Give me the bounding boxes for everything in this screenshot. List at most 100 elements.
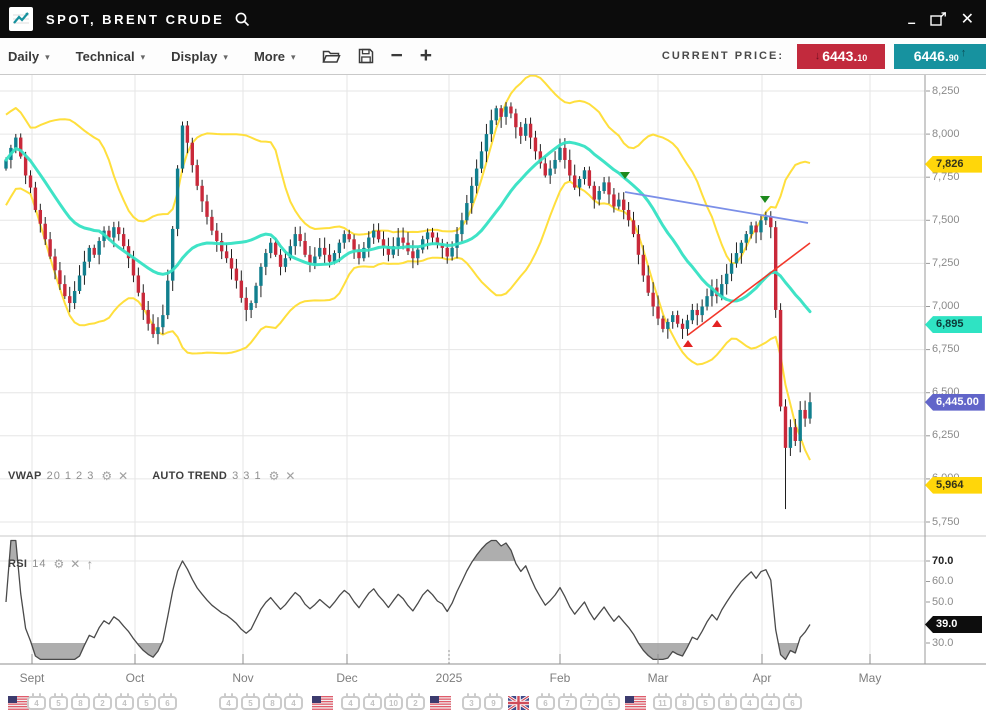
price-axis-label: 7,000 [932,300,960,312]
calendar-event-icon[interactable]: 4 [284,696,303,710]
time-axis-month-feb: Feb [550,671,571,685]
event-count: 6 [165,699,169,708]
calendar-event-icon[interactable]: 2 [93,696,112,710]
price-axis-label: 8,250 [932,85,960,97]
calendar-event-icon[interactable]: 8 [675,696,694,710]
search-icon[interactable] [234,11,251,28]
open-folder-icon[interactable] [322,49,341,64]
calendar-event-icon[interactable]: 5 [241,696,260,710]
calendar-event-icon[interactable]: 6 [536,696,555,710]
calendar-event-icon[interactable]: 8 [71,696,90,710]
vwap-indicator-label: VWAP [8,470,42,482]
calendar-event-icon[interactable]: 7 [558,696,577,710]
calendar-icon: 10 [384,696,403,710]
rsi-remove-icon[interactable]: ✕ [70,557,80,571]
calendar-event-icon[interactable]: 10 [384,696,403,710]
menu-label: Daily [8,49,39,64]
calendar-icon: 4 [115,696,134,710]
zoom-in-button[interactable]: + [420,47,432,65]
menu-display[interactable]: Display ▾ [171,49,228,64]
us-flag-icon[interactable] [625,696,646,715]
rsi-value-badge: 39.0 [925,616,982,633]
menu-label: Display [171,49,217,64]
us-flag-icon[interactable] [430,696,451,715]
uk-flag-icon[interactable] [508,696,529,715]
chart-area[interactable]: 8,2508,0007,7507,5007,2507,0006,7506,500… [0,75,986,665]
vwap-settings-gear-icon[interactable]: ⚙ [101,469,112,483]
popout-button[interactable] [930,9,947,29]
app-logo-icon [9,7,33,31]
calendar-icon: 5 [49,696,68,710]
bid-price-frac: 10 [857,53,867,63]
us-flag-icon[interactable] [8,696,29,715]
chevron-down-icon: ▾ [45,50,50,63]
current-price-label: CURRENT PRICE: [662,50,784,62]
calendar-event-icon[interactable]: 11 [653,696,672,710]
calendar-event-icon[interactable]: 6 [783,696,802,710]
event-count: 4 [768,699,772,708]
rsi-axis-label: 30.0 [932,637,953,649]
calendar-icon: 5 [241,696,260,710]
calendar-icon: 4 [761,696,780,710]
autotrend-remove-icon[interactable]: ✕ [285,469,295,483]
calendar-icon: 5 [137,696,156,710]
calendar-icon: 7 [558,696,577,710]
event-count: 7 [587,699,591,708]
chart-application-window: SPOT, BRENT CRUDE – ✕ Daily▾Technical▾Di… [0,0,986,723]
zoom-out-button[interactable]: − [391,47,403,65]
calendar-event-icon[interactable]: 7 [580,696,599,710]
window-close-icon[interactable]: ✕ [961,9,974,29]
calendar-event-icon[interactable]: 3 [462,696,481,710]
event-count: 5 [56,699,60,708]
chevron-down-icon: ▾ [291,50,296,63]
menu-more[interactable]: More▾ [254,49,296,64]
calendar-event-icon[interactable]: 4 [740,696,759,710]
event-count: 4 [370,699,374,708]
rsi-settings-gear-icon[interactable]: ⚙ [54,557,65,571]
price-chart-canvas[interactable] [0,75,986,665]
calendar-icon: 7 [580,696,599,710]
time-axis-month-apr: Apr [753,671,772,685]
time-axis-month-dec: Dec [336,671,357,685]
price-down-arrow-icon: ↓ [815,50,821,62]
event-count: 4 [34,699,38,708]
economic-events-row: 458245645844410239677511858446 [0,693,986,723]
menu-daily[interactable]: Daily ▾ [8,49,50,64]
calendar-icon: 6 [783,696,802,710]
calendar-event-icon[interactable]: 4 [363,696,382,710]
rsi-indicator-label: RSI [8,558,27,570]
last-price-badge: 6,445.00 [925,394,985,411]
autotrend-indicator-params: 3 3 1 [232,470,261,482]
calendar-event-icon[interactable]: 4 [27,696,46,710]
calendar-event-icon[interactable]: 6 [158,696,177,710]
calendar-event-icon[interactable]: 4 [219,696,238,710]
calendar-event-icon[interactable]: 5 [49,696,68,710]
calendar-event-icon[interactable]: 5 [696,696,715,710]
minimize-button[interactable]: – [908,12,916,32]
calendar-icon: 2 [93,696,112,710]
price-axis-label: 5,750 [932,516,960,528]
calendar-icon: 6 [536,696,555,710]
chevron-down-icon: ▾ [141,50,146,63]
us-flag-icon[interactable] [312,696,333,715]
calendar-event-icon[interactable]: 8 [718,696,737,710]
rsi-indicator-params: 14 [32,558,46,570]
calendar-event-icon[interactable]: 8 [263,696,282,710]
calendar-event-icon[interactable]: 4 [115,696,134,710]
autotrend-settings-gear-icon[interactable]: ⚙ [269,469,280,483]
calendar-event-icon[interactable]: 2 [406,696,425,710]
chevron-down-icon: ▾ [223,50,228,63]
calendar-icon: 4 [27,696,46,710]
save-icon[interactable] [358,48,374,64]
vwap-remove-icon[interactable]: ✕ [118,469,128,483]
calendar-event-icon[interactable]: 4 [341,696,360,710]
calendar-event-icon[interactable]: 4 [761,696,780,710]
price-axis-label: 7,250 [932,257,960,269]
rsi-move-up-arrow-icon[interactable]: ↑ [86,556,93,572]
calendar-event-icon[interactable]: 5 [601,696,620,710]
calendar-icon: 4 [341,696,360,710]
ask-price-whole: 6446. [914,48,949,64]
menu-technical[interactable]: Technical▾ [76,49,146,64]
calendar-event-icon[interactable]: 9 [484,696,503,710]
calendar-event-icon[interactable]: 5 [137,696,156,710]
